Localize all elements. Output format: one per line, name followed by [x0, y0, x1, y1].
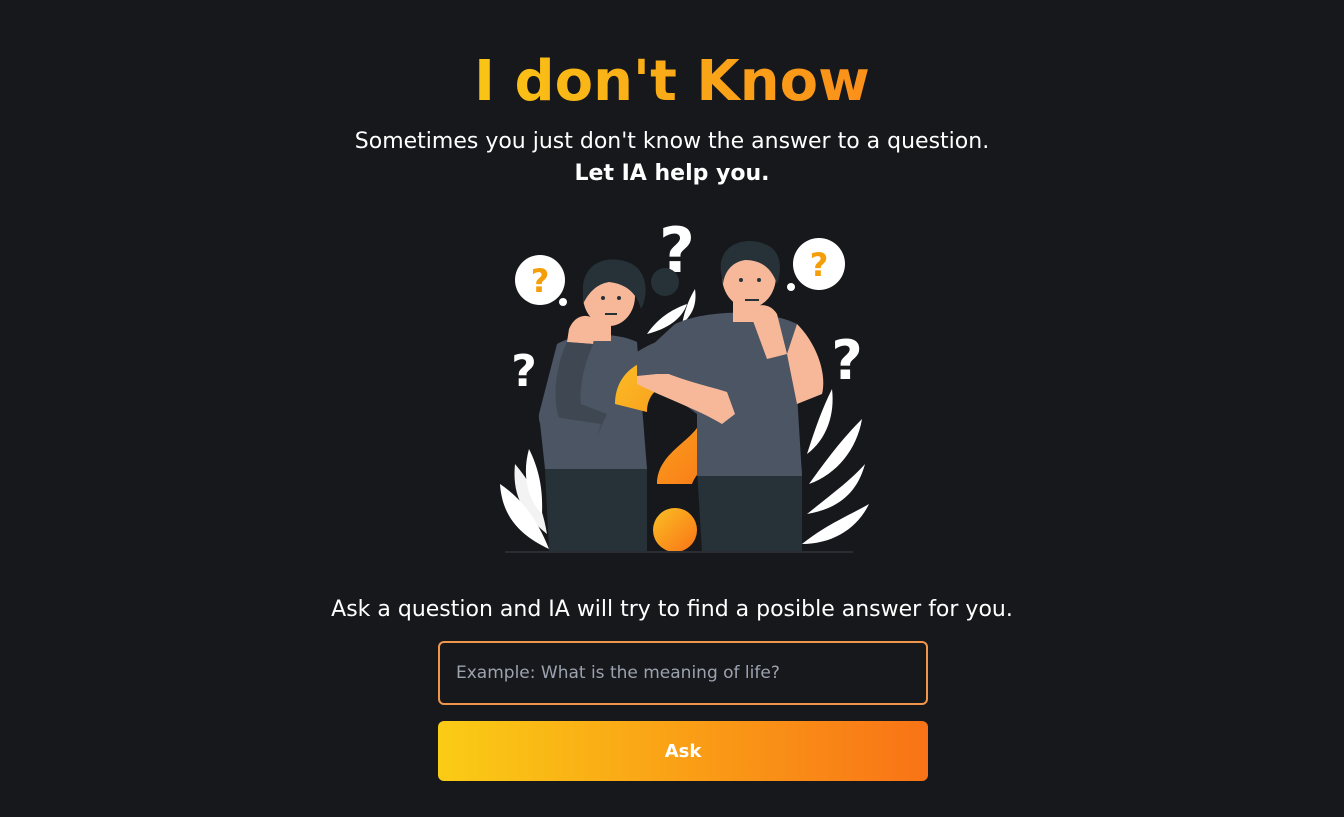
- question-bubble-right-icon: ?: [787, 238, 845, 291]
- svg-text:?: ?: [810, 246, 829, 284]
- svg-text:?: ?: [531, 262, 550, 300]
- question-mark-right-icon: ?: [831, 329, 862, 392]
- question-prompt: Ask a question and IA will try to find a…: [331, 597, 1013, 622]
- leaf-left-icon: [500, 449, 549, 549]
- question-bubble-left-icon: ?: [515, 255, 567, 306]
- page-title: I don't Know: [0, 44, 1344, 120]
- question-mark-left-icon: ?: [511, 346, 537, 397]
- question-input[interactable]: [438, 641, 928, 705]
- page: I don't Know Sometimes you just don't kn…: [0, 0, 1344, 817]
- ask-button[interactable]: Ask: [438, 721, 928, 781]
- page-subtitle-strong: Let IA help you.: [574, 161, 770, 186]
- page-subtitle: Sometimes you just don't know the answer…: [354, 129, 990, 154]
- leaf-right-icon: [802, 389, 869, 544]
- page-title-text: I don't Know: [474, 49, 870, 114]
- thinking-people-illustration: ? ? ? ? ?: [500, 214, 869, 553]
